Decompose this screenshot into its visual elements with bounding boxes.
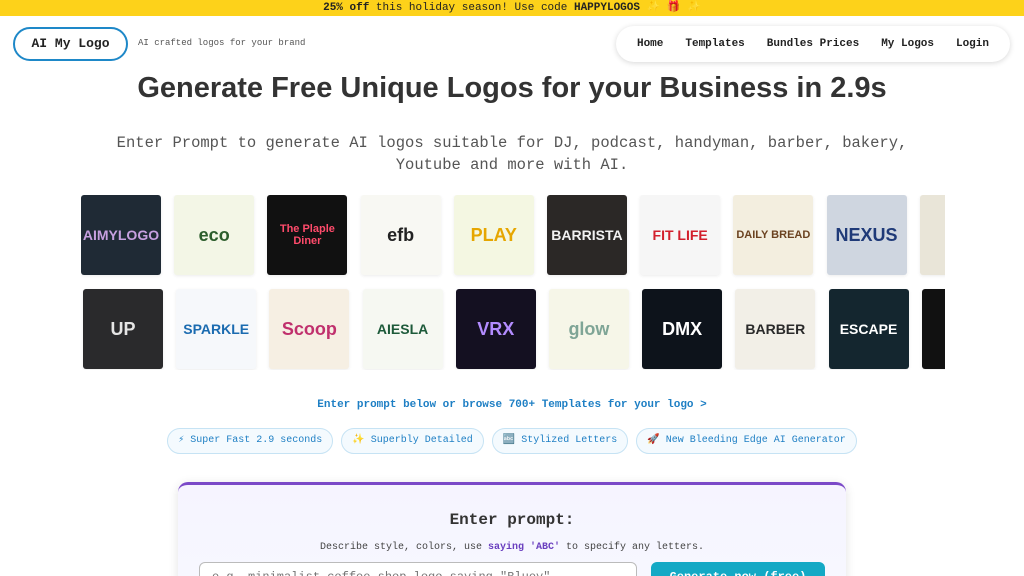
promo-emoji: ✨ 🎁 ✨ [639,2,701,14]
prompt-description: Describe style, colors, use saying 'ABC'… [178,542,846,553]
logo-tile-text: ESCAPE [839,321,898,337]
logo-tile-text: eco [198,224,230,245]
promo-banner: 25% off this holiday season! Use code HA… [0,0,1024,16]
logo-row-1: AIMYLOGO eco The Plaple Diner efb PLAY BARRIS… [81,195,945,275]
logo-tile[interactable]: FIT LIFE [640,195,721,275]
main-nav: Home Templates Bundles Prices My Logos L… [616,26,1010,62]
site-tagline: AI crafted logos for your brand [138,38,306,48]
logo-tile-text: DAILY BREAD [736,229,811,241]
logo-tile[interactable]: PLAY [453,195,534,275]
feature-chip-letters: 🔤 Stylized Letters [491,428,629,454]
prompt-title: Enter prompt: [449,511,575,529]
logo-tile[interactable]: BARBER [735,289,816,369]
logo-tile-text: FIT LIFE [652,227,708,243]
logo-tile-text: DMX [662,318,703,339]
logo-tile-text: efb [387,224,415,245]
browse-templates-link[interactable]: Enter prompt below or browse 700+ Templa… [0,399,1024,411]
logo-tile[interactable] [919,195,945,275]
page-subtitle: Enter Prompt to generate AI logos suitab… [116,134,908,174]
nav-my-logos[interactable]: My Logos [881,38,934,50]
feature-chip-fast: ⚡ Super Fast 2.9 seconds [167,428,334,454]
promo-code: HAPPYLOGOS [573,2,640,14]
prompt-card: Enter prompt: Describe style, colors, us… [178,482,846,576]
prompt-desc-pre: Describe style, colors, use [319,542,488,553]
nav-bundles-prices[interactable]: Bundles Prices [767,38,859,50]
logo-tile-text: PLAY [470,224,517,245]
prompt-desc-highlight: saying 'ABC' [487,542,560,553]
logo-tile[interactable]: NEXUS [826,195,907,275]
logo-tile-text: Scoop [281,318,337,339]
promo-text: this holiday season! Use code [369,2,574,14]
logo-tile[interactable]: AIMYLOGO [81,195,161,275]
logo-tile[interactable]: DMX [642,289,723,369]
logo-tile-text: NEXUS [835,224,898,245]
generate-button[interactable]: Generate now (free) [651,562,825,576]
logo-tile-text: The Plaple Diner [279,223,335,247]
logo-tile-text: UP [110,318,136,339]
feature-chip-detailed: ✨ Superbly Detailed [341,428,484,454]
logo-tile-text: AIESLA [376,321,429,337]
logo-tile[interactable]: DAILY BREAD [733,195,814,275]
feature-chip-ai: 🚀 New Bleeding Edge AI Generator [636,428,857,454]
logo-tile-text: SPARKLE [183,321,250,337]
nav-home[interactable]: Home [637,38,663,50]
logo-tile[interactable]: J [921,289,945,369]
logo-tile-text: VRX [477,318,515,339]
logo-tile[interactable]: VRX [455,289,536,369]
logo-tile[interactable]: efb [360,195,441,275]
prompt-desc-post: to specify any letters. [560,542,705,553]
nav-templates[interactable]: Templates [685,38,744,50]
logo-tile-text: AIMYLOGO [82,227,160,243]
logo-tile-text: glow [568,318,610,339]
nav-login[interactable]: Login [956,38,989,50]
logo-tile[interactable]: AIESLA [362,289,443,369]
prompt-input[interactable] [199,562,637,576]
page-title: Generate Free Unique Logos for your Busi… [137,72,887,104]
logo-row-2: UP SPARKLE Scoop AIESLA VRX glow DMX BARBER ESCA… [83,289,945,369]
logo-tile-text: BARBER [745,321,806,337]
logo-tile[interactable]: BARRISTA [546,195,627,275]
site-logo[interactable]: AI My Logo [13,27,128,61]
logo-tile[interactable]: The Plaple Diner [267,195,348,275]
logo-gallery: AIMYLOGO eco The Plaple Diner efb PLAY BARRIS… [81,195,945,370]
promo-discount: 25% off [323,2,370,14]
logo-tile[interactable]: Scoop [269,289,350,369]
logo-tile[interactable]: eco [174,195,255,275]
feature-chips: ⚡ Super Fast 2.9 seconds ✨ Superbly Deta… [0,428,1024,454]
logo-tile[interactable]: SPARKLE [176,289,257,369]
logo-tile-text: BARRISTA [551,227,623,243]
logo-tile[interactable]: UP [83,289,163,369]
header: AI My Logo AI crafted logos for your bra… [0,16,1024,70]
logo-tile[interactable]: ESCAPE [828,289,909,369]
logo-tile[interactable]: glow [548,289,629,369]
